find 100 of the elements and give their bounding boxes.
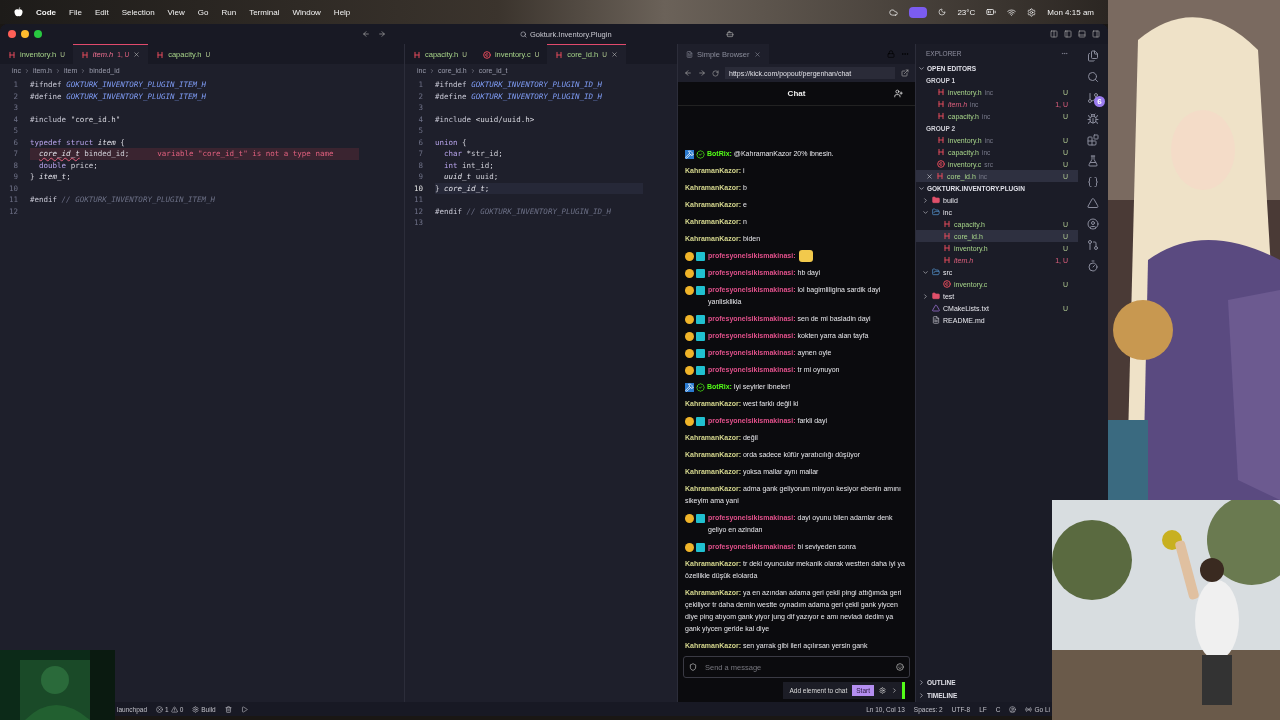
coin-icon <box>685 542 694 552</box>
letter-h-icon <box>943 256 951 264</box>
cloud-icon[interactable] <box>889 7 899 17</box>
emoji-icon[interactable] <box>896 663 904 671</box>
verified-icon <box>696 382 705 392</box>
letter-h-icon <box>8 50 16 59</box>
chevron-icon[interactable] <box>891 686 898 694</box>
chevron-icon <box>469 67 476 74</box>
hammer-icon <box>685 149 694 159</box>
settings-icon[interactable] <box>879 686 886 694</box>
panel-bottom-icon[interactable] <box>1078 30 1086 38</box>
letter-h-icon <box>936 172 944 180</box>
chevron-icon <box>80 67 87 74</box>
panel-right-icon[interactable] <box>1092 30 1100 38</box>
chat-title: Chat <box>787 89 806 98</box>
forward-icon[interactable] <box>698 69 706 77</box>
c-circle-icon <box>482 50 491 59</box>
letter-h-icon <box>937 136 945 144</box>
menu-item[interactable]: Window <box>292 7 321 17</box>
chevron-icon <box>23 67 30 74</box>
error-icon <box>156 705 163 713</box>
subscriber-icon <box>696 416 705 426</box>
close-button[interactable] <box>8 30 16 38</box>
letter-h-icon <box>80 50 89 59</box>
users-icon[interactable] <box>894 89 903 98</box>
flask-icon[interactable] <box>1087 155 1099 167</box>
folder-icon <box>932 208 940 216</box>
control-center-icon[interactable] <box>1027 7 1037 17</box>
braces-icon[interactable] <box>1087 176 1099 188</box>
menu-item[interactable]: Run <box>221 7 237 17</box>
clock[interactable]: Mon 4:15 am <box>1047 7 1094 17</box>
close-icon[interactable] <box>753 50 761 58</box>
zoom-button[interactable] <box>34 30 42 38</box>
subscriber-icon <box>696 542 705 552</box>
letter-h-icon <box>937 100 945 108</box>
menu-item[interactable]: Terminal <box>249 7 280 17</box>
hammer-icon <box>685 382 694 392</box>
menu-item[interactable]: Edit <box>94 7 109 17</box>
person-circle-icon[interactable] <box>1087 218 1099 230</box>
person-circle-icon[interactable] <box>1009 705 1017 713</box>
letter-h-icon <box>937 88 945 96</box>
folder-icon <box>932 268 940 276</box>
letter-h-icon <box>937 112 945 120</box>
reload-icon[interactable] <box>712 69 719 77</box>
folder-icon <box>932 196 940 204</box>
moon-icon[interactable] <box>938 8 947 16</box>
c-circle-icon <box>943 280 951 288</box>
menu-item[interactable]: File <box>69 7 82 17</box>
menu-item[interactable]: Selection <box>121 7 155 17</box>
battery-icon[interactable] <box>986 7 997 17</box>
gear-icon <box>192 705 200 713</box>
minimize-button[interactable] <box>21 30 29 38</box>
triangle-icon[interactable] <box>1087 197 1099 209</box>
back-icon[interactable] <box>684 69 692 77</box>
count-badge: 6 <box>1094 96 1105 107</box>
menu-item[interactable]: View <box>167 7 185 17</box>
letter-h-icon <box>943 232 951 240</box>
chevron-icon <box>922 268 929 276</box>
trash-icon[interactable] <box>224 705 232 713</box>
layout-icon[interactable] <box>1050 30 1058 38</box>
forward-icon[interactable] <box>378 30 386 38</box>
close-icon[interactable] <box>926 172 933 180</box>
coin-icon <box>685 416 694 426</box>
subscriber-icon <box>696 513 705 523</box>
triangle-icon <box>932 304 940 312</box>
menu-item[interactable]: Go <box>197 7 209 17</box>
external-link-icon[interactable] <box>901 69 909 77</box>
branch-icon[interactable] <box>1087 92 1099 104</box>
screen-share-icon[interactable] <box>909 6 928 18</box>
verified-icon <box>696 149 705 159</box>
menu-item[interactable]: Help <box>333 7 351 17</box>
bug-icon[interactable] <box>1087 113 1099 125</box>
chevron-icon <box>918 64 925 72</box>
shield-icon <box>689 663 697 671</box>
clock-icon[interactable] <box>1087 260 1099 272</box>
letter-h-icon <box>943 244 951 252</box>
close-icon[interactable] <box>610 51 618 58</box>
search-icon <box>520 30 527 38</box>
files-icon[interactable] <box>1087 50 1099 62</box>
letter-h-icon <box>943 220 951 228</box>
letter-h-icon <box>156 50 165 59</box>
broadcast-icon <box>1025 705 1033 713</box>
robot-icon[interactable] <box>726 30 734 38</box>
back-icon[interactable] <box>362 30 370 38</box>
app-menu[interactable]: Code <box>36 7 56 17</box>
letter-h-icon <box>937 148 945 156</box>
wifi-icon[interactable] <box>1007 7 1017 17</box>
chevron-icon <box>428 67 435 74</box>
pull-request-icon[interactable] <box>1087 239 1099 251</box>
chevron-icon <box>55 67 61 74</box>
search-icon[interactable] <box>1087 71 1099 83</box>
panel-left-icon[interactable] <box>1064 30 1072 38</box>
blocks-icon[interactable] <box>1087 134 1099 146</box>
temperature[interactable]: 23°C <box>957 7 976 17</box>
play-icon[interactable] <box>240 705 248 713</box>
document-icon <box>686 50 693 58</box>
chevron-icon <box>922 292 929 300</box>
c-circle-icon <box>937 160 945 168</box>
close-icon[interactable] <box>133 51 141 58</box>
apple-logo <box>14 7 23 17</box>
